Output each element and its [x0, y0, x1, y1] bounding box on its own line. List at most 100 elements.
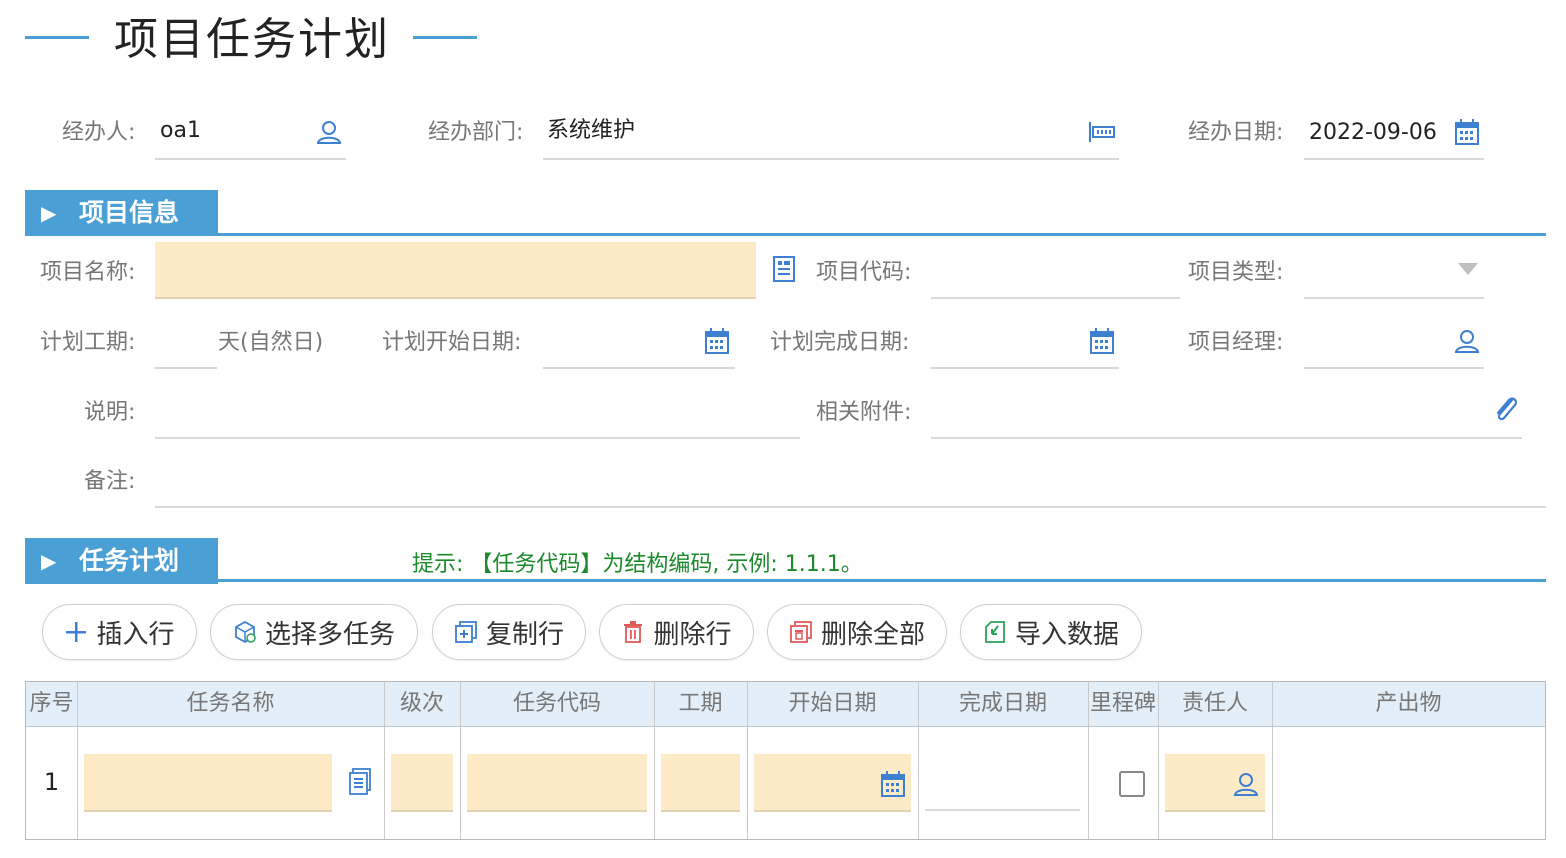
task-plan-section-header: ▶ 任务计划	[25, 538, 218, 584]
user-icon[interactable]	[316, 119, 342, 145]
delete-all-icon	[790, 621, 812, 643]
trash-icon	[624, 621, 643, 643]
column-header: 工期	[678, 691, 723, 716]
cube-icon	[235, 620, 256, 644]
copy-row-label: 复制行	[485, 619, 564, 650]
attachment-underline[interactable]	[931, 437, 1522, 439]
plan-start-label: 计划开始日期:	[382, 330, 522, 355]
description-label: 说明:	[84, 400, 136, 425]
calendar-icon[interactable]	[704, 327, 730, 355]
insert-row-button[interactable]: 插入行	[42, 604, 197, 660]
plan-start-underline[interactable]	[543, 367, 735, 369]
delete-all-button[interactable]: 删除全部	[767, 604, 947, 660]
section-arrow-icon: ▶	[41, 201, 57, 225]
milestone-checkbox[interactable]	[1119, 771, 1145, 797]
date-underline	[1304, 158, 1484, 160]
project-name-underline	[155, 297, 756, 299]
select-multi-task-label: 选择多任务	[264, 619, 395, 650]
duration-unit-label: 天(自然日)	[218, 330, 324, 355]
form-icon[interactable]	[348, 768, 372, 796]
column-divider	[384, 682, 385, 839]
dropdown-arrow-icon[interactable]	[1457, 262, 1479, 276]
title-left-line	[25, 36, 89, 39]
task-table: 序号 任务名称 级次 任务代码 工期 开始日期 完成日期 里程碑 责任人 产出物…	[25, 681, 1546, 840]
task-code-hint: 提示: 【任务代码】为结构编码, 示例: 1.1.1。	[412, 552, 863, 577]
dept-label: 经办部门:	[428, 120, 524, 145]
remark-label: 备注:	[84, 469, 136, 494]
paperclip-icon[interactable]	[1492, 394, 1520, 424]
column-header: 里程碑	[1089, 691, 1156, 716]
row-index: 1	[43, 768, 60, 796]
column-header: 产出物	[1375, 691, 1442, 716]
column-divider	[747, 682, 748, 839]
project-manager-underline[interactable]	[1304, 367, 1484, 369]
attachment-label: 相关附件:	[816, 400, 912, 425]
user-icon[interactable]	[1233, 771, 1259, 797]
user-icon[interactable]	[1454, 328, 1480, 354]
project-type-label: 项目类型:	[1188, 260, 1284, 285]
task-duration-field[interactable]	[661, 754, 740, 812]
handler-value[interactable]: oa1	[160, 116, 201, 146]
select-multi-task-button[interactable]: 选择多任务	[210, 604, 418, 660]
column-divider	[1158, 682, 1159, 839]
plan-duration-label: 计划工期:	[40, 330, 136, 355]
copy-icon	[455, 621, 477, 643]
copy-row-button[interactable]: 复制行	[432, 604, 586, 660]
remark-underline[interactable]	[155, 506, 1546, 508]
column-header: 级次	[399, 691, 444, 716]
section-arrow-icon: ▶	[41, 549, 57, 573]
project-name-label: 项目名称:	[40, 260, 136, 285]
project-info-section-title: 项目信息	[79, 198, 180, 227]
project-manager-label: 项目经理:	[1188, 330, 1284, 355]
plan-end-underline[interactable]	[931, 367, 1119, 369]
plan-duration-underline[interactable]	[155, 367, 217, 369]
column-divider	[1088, 682, 1089, 839]
project-code-underline[interactable]	[931, 297, 1180, 299]
calendar-icon[interactable]	[1454, 118, 1480, 146]
date-label: 经办日期:	[1188, 120, 1284, 145]
task-end-date-field[interactable]	[925, 809, 1080, 811]
delete-row-label: 删除行	[653, 619, 732, 650]
task-name-field[interactable]	[84, 754, 332, 812]
form-icon[interactable]	[772, 255, 796, 283]
column-divider	[654, 682, 655, 839]
column-divider	[77, 682, 78, 839]
org-tree-icon[interactable]	[1088, 119, 1116, 145]
plan-end-label: 计划完成日期:	[770, 330, 910, 355]
task-level-field[interactable]	[391, 754, 453, 812]
handler-label: 经办人:	[62, 120, 136, 145]
calendar-icon[interactable]	[1089, 327, 1115, 355]
project-code-label: 项目代码:	[816, 260, 912, 285]
task-plan-section-line	[25, 579, 1546, 582]
column-divider	[918, 682, 919, 839]
column-header: 序号	[29, 691, 74, 716]
project-info-section-line	[25, 233, 1546, 236]
plus-icon	[66, 622, 87, 642]
column-header: 完成日期	[958, 691, 1047, 716]
title-right-line	[413, 36, 477, 39]
page-title: 项目任务计划	[114, 14, 390, 65]
import-data-button[interactable]: 导入数据	[960, 604, 1142, 660]
column-header: 开始日期	[788, 691, 877, 716]
handler-underline	[155, 158, 346, 160]
dept-value[interactable]: 系统维护	[547, 116, 635, 146]
column-header: 责任人	[1181, 691, 1248, 716]
dept-underline	[543, 158, 1119, 160]
column-divider	[1272, 682, 1273, 839]
column-header: 任务代码	[512, 691, 601, 716]
column-divider	[460, 682, 461, 839]
task-code-field[interactable]	[467, 754, 647, 812]
calendar-icon[interactable]	[880, 770, 906, 798]
import-icon	[985, 621, 1005, 643]
delete-all-label: 删除全部	[820, 619, 925, 650]
project-type-underline[interactable]	[1304, 297, 1484, 299]
insert-row-label: 插入行	[96, 619, 175, 650]
project-name-field[interactable]	[155, 242, 756, 298]
column-header: 任务名称	[186, 691, 275, 716]
import-data-label: 导入数据	[1014, 619, 1119, 650]
delete-row-button[interactable]: 删除行	[599, 604, 754, 660]
task-plan-section-title: 任务计划	[79, 546, 180, 575]
date-value[interactable]: 2022-09-06	[1309, 118, 1437, 148]
description-underline[interactable]	[155, 437, 800, 439]
project-info-section-header: ▶ 项目信息	[25, 190, 218, 236]
